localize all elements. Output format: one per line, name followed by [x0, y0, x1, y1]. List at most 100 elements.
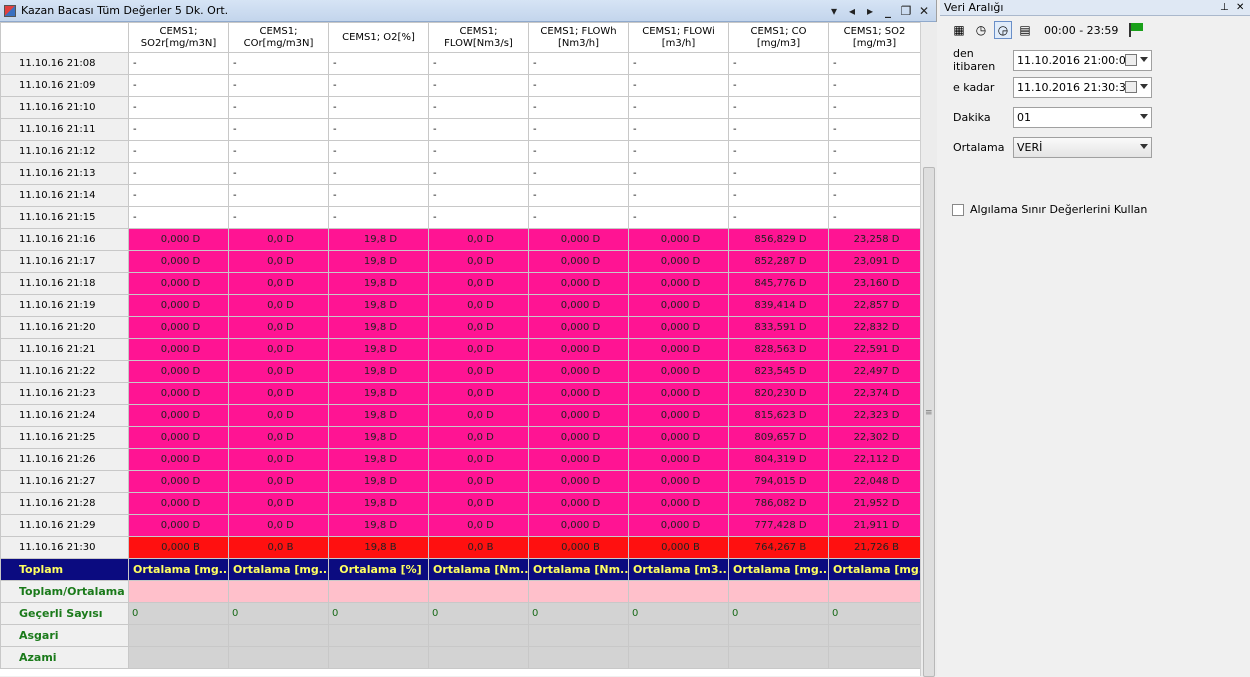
grid-cell[interactable]: - — [828, 206, 920, 229]
grid-cell[interactable]: 0,000 D — [128, 294, 229, 317]
grid-cell[interactable]: - — [628, 184, 729, 207]
grid-cell[interactable]: 0,000 D — [628, 426, 729, 449]
grid-cell[interactable]: 0,0 D — [228, 470, 329, 493]
table-row[interactable]: 11.10.16 21:26 0,000 D 0,0 D 19,8 D 0,0 D 0,0… — [0, 448, 920, 471]
grid-cell[interactable]: - — [628, 118, 729, 141]
grid-cell[interactable]: 19,8 D — [328, 294, 429, 317]
grid-cell[interactable]: - — [828, 52, 920, 75]
table-row[interactable]: 11.10.16 21:08- - - - - - - - — [0, 52, 920, 75]
grid-cell[interactable]: - — [328, 96, 429, 119]
grid-cell[interactable]: 804,319 D — [728, 448, 829, 471]
grid-cell[interactable]: 0,0 D — [428, 514, 529, 537]
grid-cell[interactable]: 19,8 B — [328, 536, 429, 559]
grid-cell[interactable]: 23,160 D — [828, 272, 920, 295]
grid-cell[interactable]: 22,591 D — [828, 338, 920, 361]
to-datetime-field[interactable]: 11.10.2016 21:30:38 — [1013, 77, 1152, 98]
grid-cell[interactable]: 0,000 B — [528, 536, 629, 559]
grid-cell[interactable]: - — [428, 184, 529, 207]
grid-cell[interactable]: 22,857 D — [828, 294, 920, 317]
grid-cell[interactable]: - — [728, 96, 829, 119]
grid-cell[interactable]: - — [728, 118, 829, 141]
grid-cell[interactable]: 0,000 D — [528, 360, 629, 383]
grid-cell[interactable]: 0,000 D — [528, 426, 629, 449]
table-row[interactable]: 11.10.16 21:12- - - - - - - - — [0, 140, 920, 163]
grid-cell[interactable]: 777,428 D — [728, 514, 829, 537]
grid-cell[interactable]: - — [828, 184, 920, 207]
grid-cell[interactable]: 0,0 D — [428, 470, 529, 493]
grid-cell[interactable]: - — [828, 162, 920, 185]
grid-cell[interactable]: - — [328, 52, 429, 75]
column-header[interactable]: CEMS1; FLOWh [Nm3/h] — [528, 22, 629, 53]
grid-cell[interactable]: 0,000 D — [628, 514, 729, 537]
table-row[interactable]: 11.10.16 21:17 0,000 D 0,0 D 19,8 D 0,0 D 0,0… — [0, 250, 920, 273]
grid-cell[interactable]: - — [628, 162, 729, 185]
grid-cell[interactable]: 22,302 D — [828, 426, 920, 449]
grid-cell[interactable]: 0,000 D — [528, 514, 629, 537]
table-row[interactable]: 11.10.16 21:22 0,000 D 0,0 D 19,8 D 0,0 D 0,0… — [0, 360, 920, 383]
table-row[interactable]: 11.10.16 21:30 0,000 B 0,0 B 19,8 B 0,0 B 0,0… — [0, 536, 920, 559]
grid-cell[interactable]: 0,0 D — [428, 492, 529, 515]
grid-cell[interactable]: 22,832 D — [828, 316, 920, 339]
grid-cell[interactable]: 0,0 D — [428, 426, 529, 449]
grid-cell[interactable]: 0,0 D — [428, 360, 529, 383]
column-header[interactable]: CEMS1; O2[%] — [328, 22, 429, 53]
grid-cell[interactable]: - — [128, 96, 229, 119]
calendar-refresh-icon[interactable]: ▤ — [1016, 21, 1034, 39]
grid-cell[interactable]: - — [228, 96, 329, 119]
grid-cell[interactable]: 19,8 D — [328, 360, 429, 383]
grid-cell[interactable]: 0,0 D — [428, 294, 529, 317]
grid-cell[interactable]: - — [228, 162, 329, 185]
table-row[interactable]: 11.10.16 21:18 0,000 D 0,0 D 19,8 D 0,0 D 0,0… — [0, 272, 920, 295]
grid-cell[interactable]: 0,000 D — [128, 272, 229, 295]
grid-cell[interactable]: - — [228, 184, 329, 207]
grid-cell[interactable]: - — [628, 140, 729, 163]
grid-cell[interactable]: 0,000 D — [628, 294, 729, 317]
grid-cell[interactable]: - — [728, 52, 829, 75]
grid-cell[interactable]: 0,0 D — [228, 360, 329, 383]
grid-cell[interactable]: 0,000 D — [628, 250, 729, 273]
minimize-icon[interactable]: _ — [882, 4, 894, 18]
grid-cell[interactable]: 0,0 D — [228, 382, 329, 405]
grid-cell[interactable]: 19,8 D — [328, 404, 429, 427]
grid-cell[interactable]: 19,8 D — [328, 514, 429, 537]
calendar-picker-icon[interactable] — [1125, 53, 1137, 66]
grid-cell[interactable]: 852,287 D — [728, 250, 829, 273]
grid-cell[interactable]: - — [528, 206, 629, 229]
grid-cell[interactable]: 0,000 D — [528, 294, 629, 317]
grid-cell[interactable]: 23,091 D — [828, 250, 920, 273]
grid-cell[interactable]: 21,726 B — [828, 536, 920, 559]
grid-cell[interactable]: - — [828, 140, 920, 163]
grid-cell[interactable]: 19,8 D — [328, 382, 429, 405]
panel-close-icon[interactable]: ✕ — [1236, 0, 1244, 16]
column-header[interactable]: CEMS1; CO [mg/m3] — [728, 22, 829, 53]
grid-cell[interactable]: 0,0 D — [428, 272, 529, 295]
grid-cell[interactable]: 22,048 D — [828, 470, 920, 493]
grid-cell[interactable]: 0,000 D — [128, 404, 229, 427]
column-header[interactable]: CEMS1; FLOWi [m3/h] — [628, 22, 729, 53]
grid-cell[interactable]: - — [728, 74, 829, 97]
grid-cell[interactable]: 839,414 D — [728, 294, 829, 317]
grid-cell[interactable]: 19,8 D — [328, 470, 429, 493]
restore-icon[interactable]: ❐ — [900, 4, 912, 18]
grid-cell[interactable]: - — [428, 74, 529, 97]
grid-cell[interactable]: - — [528, 118, 629, 141]
grid-cell[interactable]: 0,0 D — [228, 404, 329, 427]
grid-cell[interactable]: 845,776 D — [728, 272, 829, 295]
grid-cell[interactable]: - — [528, 184, 629, 207]
grid-cell[interactable]: 0,000 D — [628, 404, 729, 427]
grid-cell[interactable]: 0,0 D — [228, 316, 329, 339]
scrollbar-thumb[interactable] — [923, 167, 935, 677]
column-header[interactable]: CEMS1; SO2 [mg/m3] — [828, 22, 920, 53]
grid-cell[interactable]: - — [828, 96, 920, 119]
grid-cell[interactable]: 856,829 D — [728, 228, 829, 251]
grid-cell[interactable]: 0,000 D — [128, 338, 229, 361]
grid-cell[interactable]: - — [628, 52, 729, 75]
grid-cell[interactable]: 0,0 D — [228, 492, 329, 515]
grid-cell[interactable]: - — [128, 140, 229, 163]
grid-cell[interactable]: 833,591 D — [728, 316, 829, 339]
grid-cell[interactable]: 0,0 B — [428, 536, 529, 559]
table-row[interactable]: 11.10.16 21:16 0,000 D 0,0 D 19,8 D 0,0 D 0,0… — [0, 228, 920, 251]
chevron-down-icon[interactable] — [1140, 114, 1148, 119]
grid-cell[interactable]: 0,0 D — [228, 228, 329, 251]
grid-cell[interactable]: 0,000 D — [128, 514, 229, 537]
